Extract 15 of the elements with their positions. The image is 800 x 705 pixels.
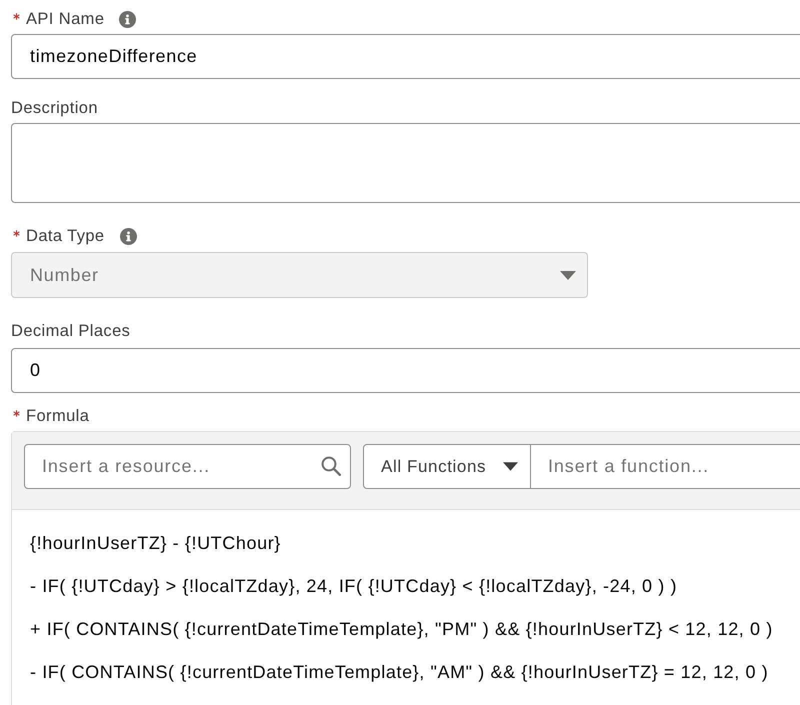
text-field[interactable]: timezoneDifference [11, 34, 800, 79]
resource-search-field[interactable]: Insert a resource... [24, 444, 351, 489]
search-icon [321, 456, 341, 476]
caret-icon [503, 462, 518, 471]
field-label: Description [11, 98, 98, 119]
caret-icon [560, 270, 576, 280]
text-field[interactable]: 0 [11, 348, 800, 393]
field-label: Formula [26, 406, 90, 427]
text-area[interactable] [11, 123, 800, 203]
field-label: Decimal Places [11, 321, 130, 342]
function-category-dropdown[interactable]: All Functions [363, 444, 531, 489]
info-icon[interactable] [119, 10, 136, 28]
field-label: Data Type [26, 226, 105, 247]
field-label: API Name [26, 9, 104, 30]
function-search-field[interactable]: Insert a function... [531, 444, 800, 489]
